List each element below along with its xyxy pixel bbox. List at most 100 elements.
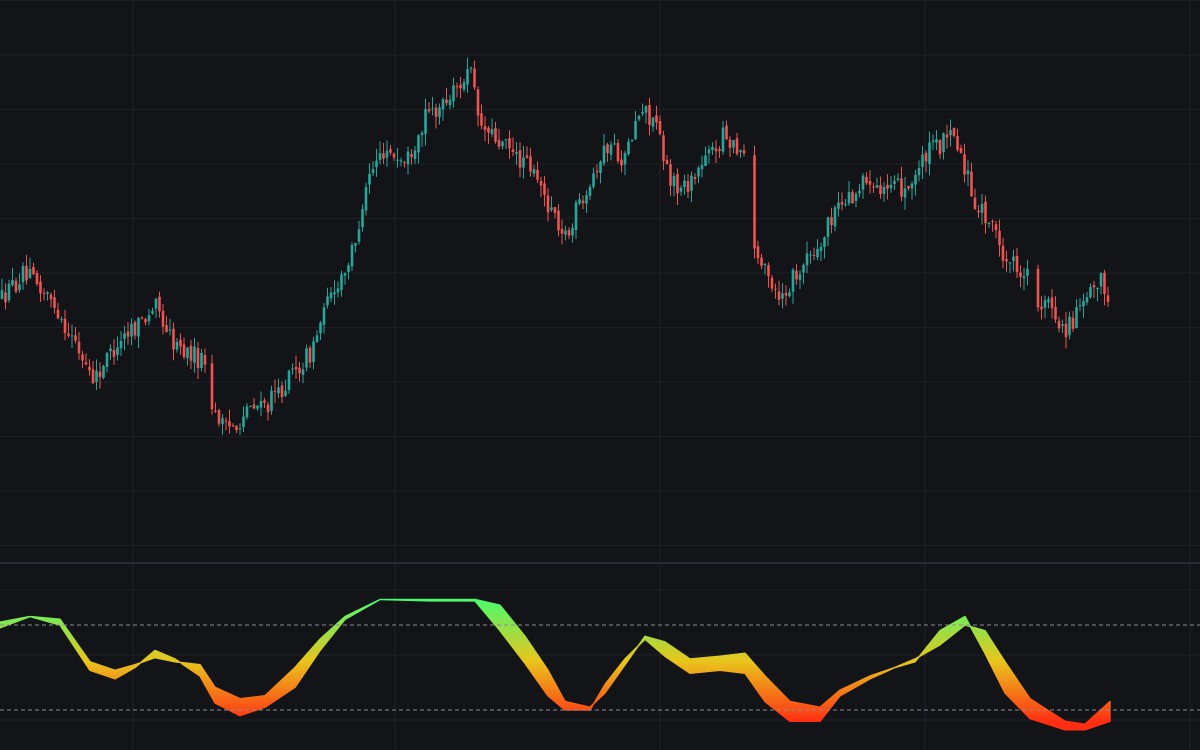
candle-body [921, 154, 924, 167]
candle-body [455, 86, 459, 88]
candle-body [84, 362, 88, 365]
candle-body [221, 418, 224, 425]
candle-body [987, 223, 991, 225]
candle-body [312, 341, 315, 362]
candle-body [133, 322, 137, 336]
candle-body [287, 370, 291, 390]
candle[interactable] [305, 344, 308, 372]
candle-body [441, 99, 445, 110]
candle-body [721, 127, 725, 152]
candle-body [14, 280, 18, 292]
candle-body [459, 84, 462, 89]
candle-body [532, 169, 536, 174]
candle-body [648, 105, 651, 126]
candle-body [448, 99, 452, 106]
candle-body [711, 146, 714, 150]
candle-body [329, 292, 333, 299]
candle-body [480, 113, 483, 126]
candle-body [840, 202, 844, 205]
candle-body [175, 341, 179, 350]
candle-body [56, 309, 60, 319]
candle-body [599, 161, 602, 174]
candle-body [704, 155, 707, 166]
candle-body [238, 428, 242, 430]
candle-body [28, 268, 32, 279]
candle-body [700, 165, 704, 170]
candle-body [984, 201, 987, 224]
candle-body [1071, 317, 1075, 329]
candle-body [1068, 316, 1071, 336]
candle-body [886, 184, 889, 189]
candle-body [763, 263, 767, 265]
candle-body [368, 173, 371, 185]
candle-body [144, 319, 147, 323]
candle-body [427, 109, 431, 112]
candle-body [791, 269, 795, 292]
candle-body [399, 160, 403, 162]
candle-body [1103, 272, 1106, 294]
candle-body [1061, 324, 1064, 327]
candle-body [228, 421, 231, 427]
candle-body [252, 404, 256, 409]
candle-body [1082, 301, 1085, 307]
candle-body [518, 150, 522, 168]
candle[interactable] [210, 354, 214, 415]
candle-body [102, 365, 105, 378]
candle-body [469, 67, 473, 69]
candle[interactable] [753, 145, 756, 259]
candle-body [410, 153, 413, 157]
candle-body [896, 178, 900, 180]
candle-body [910, 183, 914, 189]
candle-body [735, 138, 739, 154]
candle-body [991, 221, 994, 223]
candle-body [340, 274, 343, 290]
candle-body [697, 167, 700, 177]
candle-body [511, 149, 515, 152]
candle-body [1012, 256, 1015, 261]
candle-body [186, 347, 189, 358]
candle-body [67, 333, 70, 336]
candle-body [88, 366, 91, 371]
candle-body [18, 284, 21, 290]
candle-body [826, 217, 830, 237]
candle-body [641, 111, 644, 114]
candle-body [550, 207, 553, 211]
candle-body [683, 180, 686, 188]
candle-body [11, 279, 14, 285]
candle-body [452, 85, 455, 102]
candle[interactable] [102, 364, 105, 380]
candle-body [42, 292, 46, 294]
candle-body [63, 318, 67, 334]
candle-body [900, 178, 903, 197]
candle-body [25, 265, 28, 281]
candle-body [1001, 245, 1005, 261]
candle-body [154, 298, 158, 309]
candle-body [434, 107, 438, 117]
candle-body [462, 82, 466, 90]
candle-body [714, 148, 718, 152]
candle-body [210, 363, 214, 410]
candle-body [616, 143, 620, 162]
candle-body [95, 370, 98, 382]
candle-body [371, 169, 375, 173]
candle-body [945, 134, 949, 138]
candle-body [802, 264, 805, 273]
candle-body [602, 145, 606, 164]
candle-body [917, 167, 921, 176]
chart-svg [0, 0, 1200, 750]
candle-body [385, 150, 389, 158]
candle-body [1043, 300, 1047, 308]
candle-body [833, 207, 837, 227]
candle-body [350, 244, 354, 267]
candle-body [998, 230, 1001, 246]
candle-body [0, 290, 4, 299]
candle-body [473, 68, 476, 88]
candle[interactable] [1036, 264, 1040, 312]
candle-body [777, 291, 781, 300]
candle-body [245, 406, 249, 418]
candle-body [53, 297, 56, 308]
candle-body [217, 409, 221, 424]
candle-body [1015, 255, 1019, 273]
candle-body [728, 139, 732, 148]
candle-body [536, 169, 539, 180]
